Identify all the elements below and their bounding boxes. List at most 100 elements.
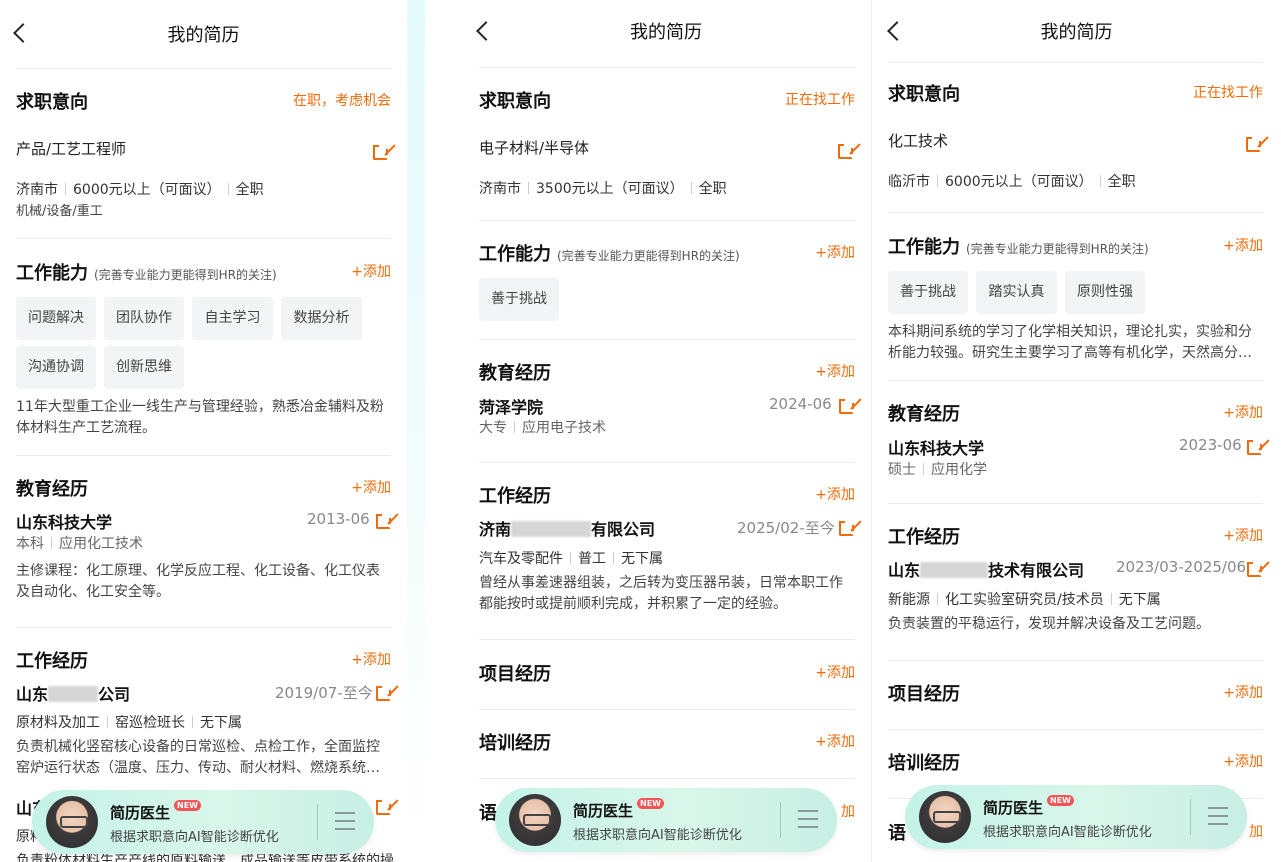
skill-tag[interactable]: 团队协作 (104, 297, 184, 340)
company-name: 济南 有限公司 (479, 520, 656, 539)
add-education-button[interactable]: +添加 (815, 361, 855, 381)
school-name: 菏泽学院 (479, 398, 544, 417)
skill-tag[interactable]: 创新思维 (104, 346, 184, 389)
section-title-education: 教育经历 (16, 479, 88, 500)
school-name: 山东科技大学 (888, 439, 985, 458)
resume-panel-1: 我的简历 求职意向 在职，考虑机会 产品/工艺工程师 济南市 6000元以上（可面… (0, 0, 407, 862)
section-title-training: 培训经历 (479, 733, 551, 754)
education-date: 2024-06 (769, 395, 832, 413)
school-name: 山东科技大学 (16, 513, 113, 532)
education-details: 本科 应用化工技术 (16, 536, 143, 552)
edit-icon[interactable] (376, 799, 399, 815)
menu-icon[interactable] (335, 812, 355, 830)
skills-description: 本科期间系统的学习了化学相关知识，理论扎实，实验和分析能力较强。研究生主要学习了… (888, 324, 1252, 361)
add-education-button[interactable]: +添加 (351, 477, 391, 497)
assistant-avatar (509, 794, 561, 846)
skill-tag[interactable]: 善于挑战 (888, 271, 968, 314)
skill-tag[interactable]: 踏实认真 (976, 271, 1057, 314)
resume-doctor-banner[interactable]: 简历医生 NEW 根据求职意向AI智能诊断优化 (905, 785, 1247, 849)
edit-icon[interactable] (1246, 136, 1269, 152)
assistant-avatar (46, 796, 98, 848)
intent-details: 临沂市 6000元以上（可面议） 全职 (888, 174, 1136, 190)
section-title-work: 工作经历 (888, 527, 960, 548)
education-date: 2013-06 (307, 510, 370, 528)
add-training-button[interactable]: +添加 (815, 731, 855, 751)
add-skills-button[interactable]: +添加 (815, 242, 855, 262)
work-date: 2023/03-2025/06 (1116, 558, 1247, 576)
work-date: 2025/02-至今 (737, 519, 835, 537)
add-training-button[interactable]: +添加 (1223, 751, 1263, 771)
work-description: 负责机械化竖窑核心设备的日常巡检、点检工作，全面监控窑炉运行状态（温度、压力、传… (16, 739, 380, 776)
education-details: 硕士 应用化学 (888, 462, 987, 478)
edit-icon[interactable] (373, 144, 396, 160)
skills-description: 11年大型重工企业一线生产与管理经验，熟悉冶金辅料及粉体材料生产工艺流程。 (16, 399, 384, 436)
education-description: 主修课程：化工原理、化学反应工程、化工设备、化工仪表及自动化、化工安全等。 (16, 563, 380, 600)
education-date: 2023-06 (1179, 436, 1242, 454)
work-date: 2019/07-至今 (275, 684, 373, 702)
desired-position: 产品/工艺工程师 (16, 140, 127, 158)
intent-details: 济南市 3500元以上（可面议） 全职 (479, 181, 727, 197)
page-title: 我的简历 (167, 25, 240, 46)
banner-subtitle: 根据求职意向AI智能诊断优化 (983, 825, 1152, 840)
add-project-button[interactable]: +添加 (1223, 682, 1263, 702)
work-description: 曾经从事差速器组装，之后转为变压器吊装，日常本职工作都能按时或提前顺利完成，并积… (479, 575, 843, 612)
edit-icon[interactable] (838, 143, 861, 159)
work-description: 负责装置的平稳运行，发现并解决设备及工艺问题。 (888, 616, 1210, 632)
add-education-button[interactable]: +添加 (1223, 402, 1263, 422)
section-title-work: 工作经历 (16, 651, 88, 672)
add-language-button[interactable]: 加 (841, 801, 855, 821)
edit-icon[interactable] (839, 398, 862, 414)
add-work-button[interactable]: +添加 (1223, 525, 1263, 545)
section-title-skills: 工作能力 (完善专业能力更能得到HR的关注) (888, 237, 1149, 258)
section-title-education: 教育经历 (888, 404, 960, 425)
section-title-projects: 项目经历 (888, 684, 960, 705)
add-language-button[interactable]: 加 (1249, 821, 1263, 841)
job-status[interactable]: 正在找工作 (785, 89, 855, 109)
company-name: 山东 公司 (16, 685, 131, 704)
edit-icon[interactable] (376, 685, 399, 701)
resume-panel-3: 我的简历 求职意向 正在找工作 化工技术 临沂市 6000元以上（可面议） 全职 工… (872, 0, 1281, 862)
skill-tag[interactable]: 问题解决 (16, 297, 96, 340)
edit-icon[interactable] (376, 513, 399, 529)
banner-subtitle: 根据求职意向AI智能诊断优化 (573, 828, 742, 843)
add-project-button[interactable]: +添加 (815, 662, 855, 682)
section-title-skills: 工作能力 (完善专业能力更能得到HR的关注) (479, 244, 740, 265)
banner-title: 简历医生 (983, 799, 1044, 817)
resume-doctor-banner[interactable]: 简历医生 NEW 根据求职意向AI智能诊断优化 (495, 788, 837, 852)
resume-doctor-banner[interactable]: 简历医生 NEW 根据求职意向AI智能诊断优化 (32, 790, 374, 854)
menu-icon[interactable] (1208, 807, 1228, 825)
job-status[interactable]: 正在找工作 (1193, 82, 1263, 102)
new-badge: NEW (174, 800, 201, 811)
section-title-training: 培训经历 (888, 753, 960, 774)
menu-icon[interactable] (798, 810, 818, 828)
section-title-intent: 求职意向 (479, 91, 551, 112)
add-skills-button[interactable]: +添加 (351, 261, 391, 281)
add-work-button[interactable]: +添加 (815, 484, 855, 504)
banner-subtitle: 根据求职意向AI智能诊断优化 (110, 830, 279, 845)
section-title-work: 工作经历 (479, 486, 551, 507)
work-details: 原材料及加工 窑巡检班长 无下属 (16, 715, 242, 731)
skill-tag[interactable]: 沟通协调 (16, 346, 96, 389)
job-status[interactable]: 在职，考虑机会 (293, 90, 391, 110)
edit-icon[interactable] (839, 520, 862, 536)
assistant-avatar (919, 791, 971, 843)
banner-title: 简历医生 (573, 802, 634, 820)
desired-position: 电子材料/半导体 (479, 139, 590, 157)
skill-tag[interactable]: 数据分析 (281, 297, 362, 340)
desired-position: 化工技术 (888, 132, 949, 150)
add-work-button[interactable]: +添加 (351, 649, 391, 669)
skill-tag[interactable]: 善于挑战 (479, 278, 559, 321)
work-details: 新能源 化工实验室研究员/技术员 无下属 (888, 592, 1161, 608)
intent-industry: 机械/设备/重工 (16, 204, 103, 219)
section-title-intent: 求职意向 (888, 84, 960, 105)
section-title-intent: 求职意向 (16, 92, 88, 113)
add-skills-button[interactable]: +添加 (1223, 235, 1263, 255)
section-title-language: 语 (888, 823, 906, 844)
work-details: 汽车及零配件 普工 无下属 (479, 551, 663, 567)
skill-tag[interactable]: 原则性强 (1065, 271, 1145, 314)
skill-tag[interactable]: 自主学习 (192, 297, 273, 340)
edit-icon[interactable] (1247, 439, 1270, 455)
education-details: 大专 应用电子技术 (479, 420, 606, 436)
intent-details: 济南市 6000元以上（可面议） 全职 (16, 182, 264, 198)
edit-icon[interactable] (1247, 561, 1270, 577)
